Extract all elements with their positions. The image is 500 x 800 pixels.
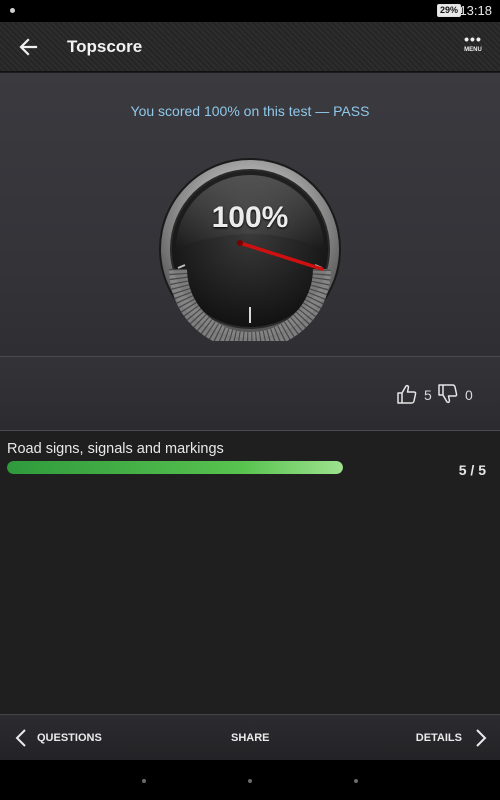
- category-progress-bar: [7, 461, 343, 474]
- chevron-right-icon: [476, 729, 487, 747]
- category-results-list: Road signs, signals and markings 5 / 5: [0, 431, 500, 714]
- chevron-left-icon: [15, 729, 26, 747]
- thumbs-up-count: 5: [424, 387, 432, 403]
- notification-dot-icon: [10, 8, 15, 13]
- app-bar: Topscore ••• MENU: [0, 22, 500, 72]
- arrow-left-icon: [19, 38, 38, 56]
- status-clock: 13:18: [459, 3, 492, 18]
- thumbs-down-icon[interactable]: [437, 383, 459, 405]
- gauge-dial: [159, 158, 341, 350]
- score-gauge: 100%: [158, 157, 342, 350]
- battery-indicator: 29%: [437, 4, 462, 17]
- back-button[interactable]: [14, 33, 44, 61]
- status-bar: 29% 13:18: [0, 0, 500, 22]
- nav-recents-dot-icon[interactable]: [354, 779, 358, 783]
- gauge-percent: 100%: [211, 201, 289, 234]
- category-score: 5 / 5: [458, 462, 486, 478]
- thumbs-up-icon[interactable]: [396, 383, 418, 405]
- category-name: Road signs, signals and markings: [7, 441, 224, 457]
- questions-button[interactable]: QUESTIONS: [12, 715, 102, 761]
- questions-label: QUESTIONS: [37, 732, 102, 744]
- share-button[interactable]: SHARE: [231, 715, 270, 761]
- more-dots-icon: •••: [464, 31, 482, 47]
- score-panel: You scored 100% on this test — PASS 100%: [0, 73, 500, 356]
- nav-home-dot-icon[interactable]: [248, 779, 252, 783]
- bottom-bar: QUESTIONS SHARE DETAILS: [0, 714, 500, 760]
- menu-label: MENU: [464, 47, 482, 53]
- category-progress-fill: [7, 461, 343, 474]
- details-button[interactable]: DETAILS: [416, 715, 488, 761]
- menu-button[interactable]: ••• MENU: [458, 32, 488, 62]
- system-navigation-bar: [0, 760, 500, 800]
- page-title: Topscore: [67, 37, 143, 56]
- details-label: DETAILS: [415, 732, 462, 744]
- result-message: You scored 100% on this test — PASS: [130, 103, 370, 119]
- nav-back-dot-icon[interactable]: [142, 779, 146, 783]
- thumbs-down-count: 0: [465, 387, 473, 403]
